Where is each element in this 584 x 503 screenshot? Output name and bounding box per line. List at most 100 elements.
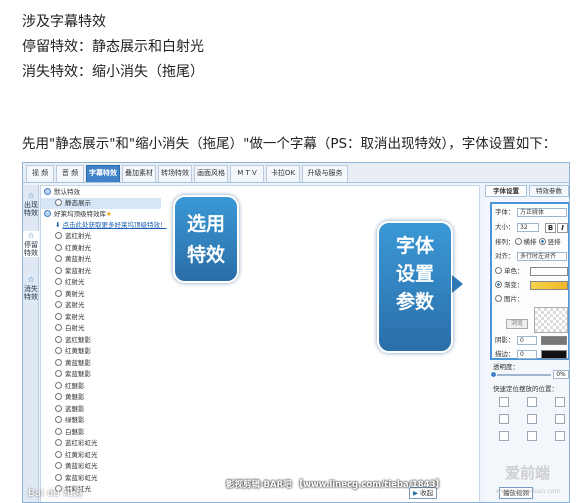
list-item[interactable]: 黄蓝射光 [55,254,91,265]
tab-font-settings[interactable]: 字体设置 [485,185,527,197]
opacity-slider-knob[interactable] [490,371,497,378]
italic-button[interactable]: I [557,223,568,233]
list-item[interactable]: 黄蓝彩虹光 [55,461,98,472]
gradient-label: 渐变： [504,281,524,289]
radio-icon [55,450,62,458]
position-cell[interactable] [555,414,565,424]
nav-appear[interactable]: ☆ 出现特效 [23,191,39,217]
position-cell[interactable] [527,431,537,441]
list-item[interactable]: 红射光 [55,277,85,288]
intro-text: 涉及字幕特效 停留特效：静态展示和白射光 消失特效：缩小消失（拖尾） [22,10,204,85]
list-section-default[interactable]: 默认特效 [44,187,80,198]
list-item-label: 紫蓝魅影 [65,370,91,378]
tab-subtitle-effects[interactable]: 字幕特效 [86,165,120,182]
align-select[interactable]: 多行时左对齐 [517,252,567,261]
list-item[interactable]: 蓝红魅影 [55,335,91,346]
callout-line: 选用 [186,213,225,235]
shadow-input[interactable]: 0 [517,336,537,345]
radio-picture[interactable] [495,295,502,302]
nav-stay-label: 停留特效 [24,241,38,257]
list-item[interactable]: 黄蓝魅影 [55,358,91,369]
list-item[interactable]: 紫蓝魅影 [55,369,91,380]
get-more-link[interactable]: ⬇ 点击此处获取更多好莱坞顶级特效！ [55,220,167,231]
radio-icon [55,289,62,297]
radio-vertical[interactable] [538,238,546,245]
star-icon: ★ [106,210,112,218]
tab-mtv[interactable]: M T V [230,165,264,182]
callout-font-settings: 字体 设置 参数 [377,221,463,353]
outline-label: 描边： [495,350,515,358]
outline-color-picker[interactable] [541,350,567,359]
radio-horizontal[interactable] [514,238,522,245]
position-cell[interactable] [555,397,565,407]
tab-transition[interactable]: 转场特效 [158,165,192,182]
tab-upgrade[interactable]: 升级与服务 [302,165,348,182]
list-item[interactable]: 红黄射光 [55,243,91,254]
opacity-slider[interactable] [490,371,551,378]
gradient-color-picker[interactable] [530,281,568,290]
nav-disappear[interactable]: ☆ 消失特效 [23,275,39,301]
list-item[interactable]: 红黄魅影 [55,346,91,357]
main-tab-bar: 视 频 音 频 字幕特效 叠加素材 转场特效 画面风格 M T V 卡拉OK 升… [23,163,569,183]
list-item[interactable]: 白魅影 [55,427,85,438]
radio-icon [55,301,62,308]
list-item[interactable]: 蓝射光 [55,300,85,311]
list-item[interactable]: 蓝魅影 [55,404,85,415]
list-item-label: 蓝射光 [65,301,85,309]
opacity-value[interactable]: 0% [553,370,569,379]
font-settings-panel: 字体： 方正姚体 大小： 32 B I 排列： 横排 竖排 对齐： 多行时左对齐 … [483,197,569,502]
list-item[interactable]: 白射光 [55,323,85,334]
single-color-picker[interactable] [530,267,568,276]
outline-input[interactable]: 0 [517,350,537,359]
shadow-color-picker[interactable] [541,336,567,345]
list-item-selected[interactable]: 静态展示 [41,198,161,209]
tab-overlay[interactable]: 叠加素材 [122,165,156,182]
gradient-row: 渐变： [495,280,524,291]
position-cell[interactable] [499,397,509,407]
list-item-label: 白射光 [65,324,85,332]
nav-stay[interactable]: ☆ 停留特效 [23,231,39,257]
list-item-label: 蓝魅影 [65,404,85,413]
radio-icon [55,199,62,206]
list-item[interactable]: 紫蓝射光 [55,266,91,277]
list-item-label: 蓝红魅影 [65,335,91,344]
tab-style[interactable]: 画面风格 [194,165,228,182]
list-section-hollywood[interactable]: 好莱坞顶级特效库★ [44,209,112,220]
position-cell[interactable] [527,414,537,424]
list-item[interactable]: 绿魅影 [55,415,85,426]
position-cell[interactable] [555,431,565,441]
tab-video[interactable]: 视 频 [26,165,54,182]
radio-icon [55,404,62,412]
list-item[interactable]: 蓝红射光 [55,231,91,242]
callout-select-effect: 选用 特效 [173,195,239,283]
size-input[interactable]: 32 [517,223,539,232]
radio-icon [55,312,62,320]
get-more-link-text[interactable]: 点击此处获取更多好莱坞顶级特效！ [63,221,167,229]
list-item[interactable]: 红黄彩虹光 [55,450,98,461]
list-item[interactable]: 紫蓝彩虹光 [55,473,98,484]
radio-icon [55,324,62,331]
list-item-label: 黄蓝魅影 [65,358,91,367]
position-cell[interactable] [499,414,509,424]
position-cell[interactable] [527,397,537,407]
list-item[interactable]: 蓝红彩虹光 [55,438,98,449]
position-cell[interactable] [499,431,509,441]
browse-button[interactable]: 浏览 [506,319,528,329]
tab-audio[interactable]: 音 频 [56,165,84,182]
radio-icon [55,358,62,366]
tab-effect-params[interactable]: 特效参数 [529,185,569,197]
list-item[interactable]: 红魅影 [55,381,85,392]
radio-gradient[interactable] [495,281,502,288]
bold-button[interactable]: B [545,223,556,233]
list-item-label: 紫蓝射光 [65,266,91,275]
radio-icon [55,370,62,377]
list-item[interactable]: 紫射光 [55,312,85,323]
font-select[interactable]: 方正姚体 [517,208,567,217]
list-item[interactable]: 黄魅影 [55,392,85,403]
tab-karaoke[interactable]: 卡拉OK [266,165,300,182]
callout-line: 设置 [395,263,434,285]
font-label: 字体： [495,208,515,216]
shadow-row: 阴影： [495,335,515,346]
list-item[interactable]: 黄射光 [55,289,85,300]
radio-single-color[interactable] [495,267,502,274]
